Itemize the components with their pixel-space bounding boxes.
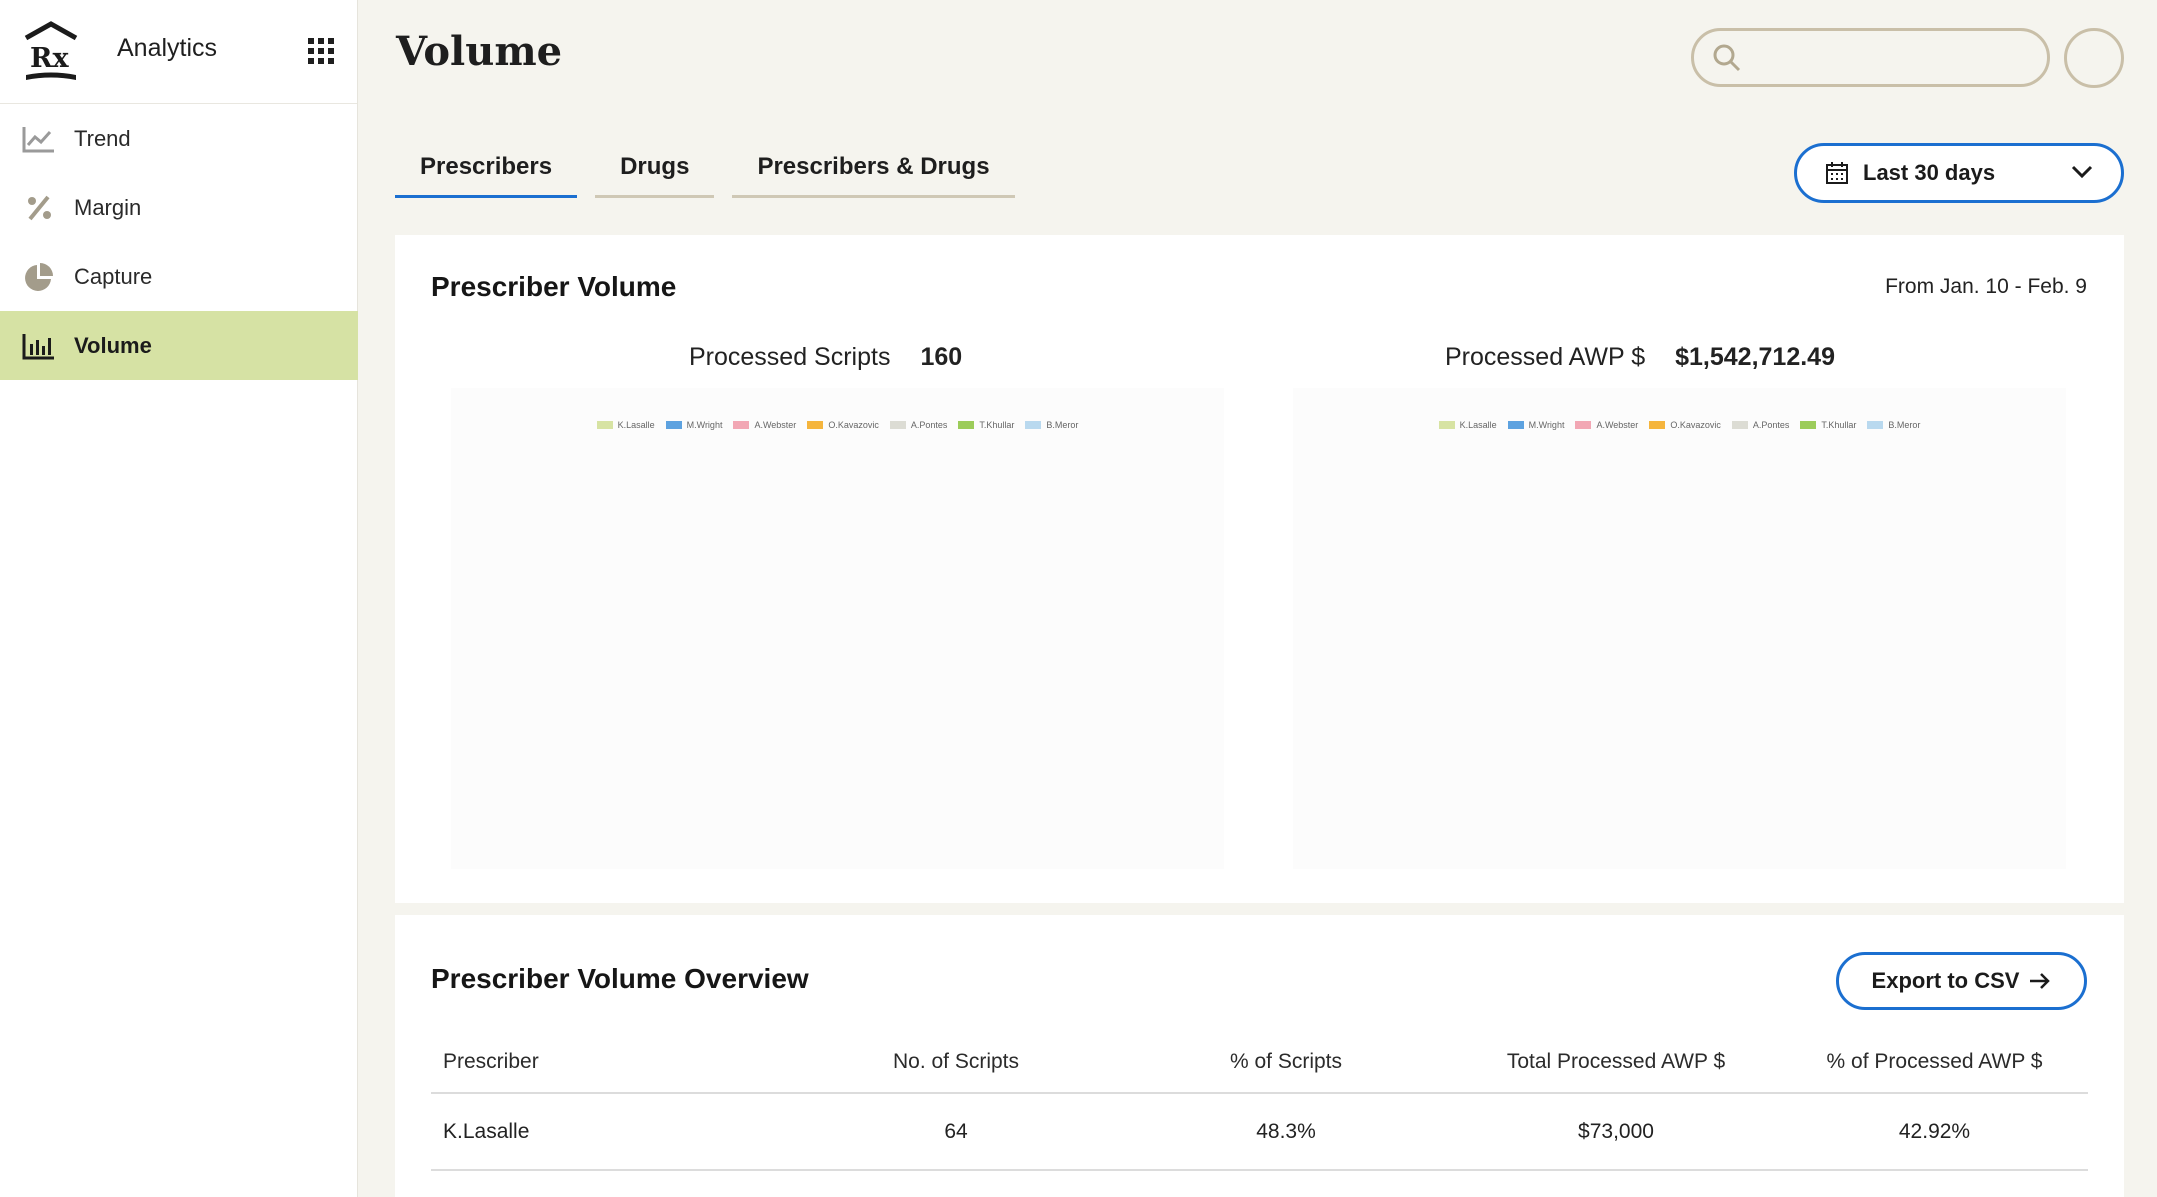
rx-logo-icon[interactable]: Rx <box>22 20 80 82</box>
awp-chart: K.Lasalle M.Wright A.Webster O.Kavazovic… <box>1293 388 2066 869</box>
legend-item[interactable]: M.Wright <box>1507 420 1564 430</box>
legend-item[interactable]: O.Kavazovic <box>807 420 879 430</box>
table-cell: 48.3% <box>1121 1093 1451 1171</box>
prescriber-volume-card: Prescriber Volume From Jan. 10 - Feb. 9 … <box>395 235 2124 903</box>
legend-item[interactable]: A.Webster <box>733 420 796 430</box>
export-csv-button[interactable]: Export to CSV <box>1836 952 2087 1010</box>
legend-item[interactable]: B.Meror <box>1867 420 1920 430</box>
tab-prescribers[interactable]: Prescribers <box>395 147 578 198</box>
column-header[interactable]: Prescriber <box>431 1032 791 1094</box>
tab-bar: Prescribers Drugs Prescribers & Drugs <box>395 147 1033 198</box>
legend-item[interactable]: A.Webster <box>1575 420 1638 430</box>
sidebar-item-label: Capture <box>74 263 153 289</box>
date-range-value: Last 30 days <box>1863 160 1996 185</box>
sidebar-item-label: Margin <box>74 194 142 220</box>
sidebar-item-trend[interactable]: Trend <box>0 104 358 173</box>
table-cell: $73,000 <box>1451 1093 1781 1171</box>
sidebar-item-margin[interactable]: Margin <box>0 173 358 242</box>
column-header[interactable]: No. of Scripts <box>791 1032 1121 1094</box>
table-cell: 42.53% <box>1781 1170 2088 1197</box>
percent-icon <box>22 193 56 223</box>
search-box[interactable] <box>1691 28 2050 87</box>
tab-prescribers-drugs[interactable]: Prescribers & Drugs <box>732 147 1015 198</box>
search-input[interactable] <box>1754 46 2034 69</box>
processed-scripts-kpi: Processed Scripts 160 <box>689 343 962 372</box>
table-header-row: Prescriber No. of Scripts % of Scripts T… <box>431 1032 2088 1094</box>
table-row[interactable]: K.Lasalle 64 48.3% $73,000 42.92% <box>431 1093 2088 1171</box>
table-cell: $49,000 <box>1451 1170 1781 1197</box>
search-icon <box>1713 44 1741 71</box>
sidebar-item-label: Volume <box>74 332 152 358</box>
legend-item[interactable]: T.Khullar <box>958 420 1014 430</box>
kpi-value: 160 <box>920 343 963 371</box>
sidebar-item-label: Trend <box>74 125 131 151</box>
column-header[interactable]: % of Scripts <box>1121 1032 1451 1094</box>
avatar[interactable] <box>2064 28 2124 88</box>
card-title: Prescriber Volume Overview <box>431 963 809 994</box>
prescriber-volume-overview-card: Prescriber Volume Overview Export to CSV… <box>395 915 2124 1197</box>
processed-awp-kpi: Processed AWP $ $1,542,712.49 <box>1445 343 1835 372</box>
trend-chart-icon <box>22 124 56 154</box>
bar-chart-icon <box>22 331 56 361</box>
legend-item[interactable]: T.Khullar <box>1800 420 1856 430</box>
kpi-label: Processed Scripts <box>689 343 891 371</box>
card-title: Prescriber Volume <box>431 271 677 302</box>
table-cell: 44.28% <box>1121 1170 1451 1197</box>
chart-legend: K.Lasalle M.Wright A.Webster O.Kavazovic… <box>1293 420 2066 430</box>
overview-table: Prescriber No. of Scripts % of Scripts T… <box>431 1032 2088 1197</box>
calendar-icon <box>1826 162 1848 184</box>
kpi-label: Processed AWP $ <box>1445 343 1646 371</box>
date-range-label: From Jan. 10 - Feb. 9 <box>1885 275 2087 298</box>
legend-item[interactable]: A.Pontes <box>889 420 947 430</box>
sidebar: Rx Analytics Trend Margin Capture Volume <box>0 0 358 1197</box>
table-cell: K.Lasalle <box>431 1093 791 1171</box>
pie-chart-icon <box>22 262 56 292</box>
app-name: Analytics <box>117 34 218 62</box>
column-header[interactable]: % of Processed AWP $ <box>1781 1032 2088 1094</box>
column-header[interactable]: Total Processed AWP $ <box>1451 1032 1781 1094</box>
scripts-chart: K.Lasalle M.Wright A.Webster O.Kavazovic… <box>451 388 1224 869</box>
page-title: Volume <box>396 28 563 75</box>
table-cell: K.Lasalle <box>431 1170 791 1197</box>
legend-item[interactable]: M.Wright <box>665 420 722 430</box>
kpi-value: $1,542,712.49 <box>1675 343 1835 371</box>
chevron-down-icon <box>2071 165 2093 179</box>
table-cell: 42.92% <box>1781 1093 2088 1171</box>
date-range-select[interactable]: Last 30 days <box>1794 143 2124 203</box>
logo-text: Rx <box>30 43 69 74</box>
legend-item[interactable]: A.Pontes <box>1731 420 1789 430</box>
export-label: Export to CSV <box>1871 968 2020 993</box>
sidebar-item-volume[interactable]: Volume <box>0 311 358 380</box>
legend-item[interactable]: B.Meror <box>1025 420 1078 430</box>
table-row[interactable]: K.Lasalle 48 44.28% $49,000 42.53% <box>431 1170 2088 1197</box>
sidebar-nav: Trend Margin Capture Volume <box>0 104 358 380</box>
table-cell: 64 <box>791 1093 1121 1171</box>
legend-item[interactable]: O.Kavazovic <box>1649 420 1721 430</box>
legend-item[interactable]: K.Lasalle <box>1438 420 1497 430</box>
sidebar-item-capture[interactable]: Capture <box>0 242 358 311</box>
table-cell: 48 <box>791 1170 1121 1197</box>
brand-header: Rx Analytics <box>0 0 357 104</box>
app-grid-icon[interactable] <box>308 38 334 64</box>
legend-item[interactable]: K.Lasalle <box>596 420 655 430</box>
arrow-right-icon <box>2030 973 2051 989</box>
tab-drugs[interactable]: Drugs <box>595 147 715 198</box>
chart-legend: K.Lasalle M.Wright A.Webster O.Kavazovic… <box>451 420 1224 430</box>
